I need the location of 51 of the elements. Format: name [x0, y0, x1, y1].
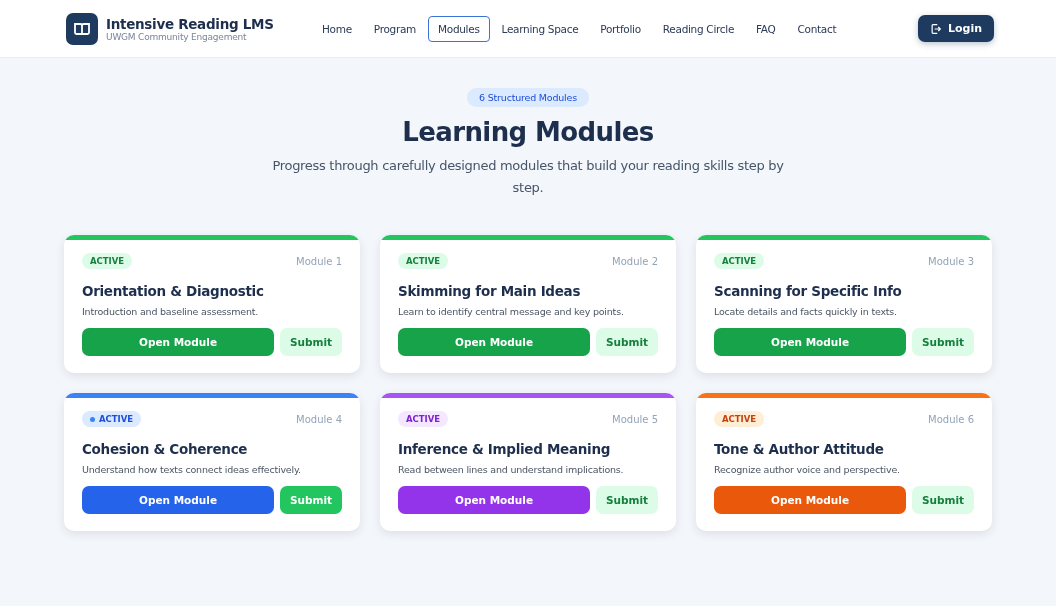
brand-title: Intensive Reading LMS	[106, 15, 274, 32]
nav-link[interactable]: Learning Space	[491, 15, 589, 42]
page-subtitle: Progress through carefully designed modules that build your reading skills step by step.	[271, 157, 785, 197]
submit-button[interactable]: Submit	[912, 486, 974, 514]
module-number: Module 4	[296, 413, 342, 425]
module-description: Read between lines and understand implications.	[398, 464, 625, 475]
submit-button[interactable]: Submit	[280, 328, 342, 356]
nav-link[interactable]: Contact	[787, 15, 847, 42]
status-badge: ACTIVE	[714, 411, 765, 427]
count-badge: 6 Structured Modules	[467, 88, 589, 107]
module-title: Orientation & Diagnostic	[82, 283, 265, 299]
page-title: Learning Modules	[402, 117, 654, 147]
nav-link[interactable]: Modules	[428, 15, 490, 42]
nav-link[interactable]: Program	[363, 15, 426, 42]
module-description: Learn to identify central message and key points.	[398, 306, 625, 317]
module-description: Introduction and baseline assessment.	[82, 306, 260, 317]
login-icon	[929, 22, 942, 35]
module-title: Scanning for Specific Info	[714, 283, 903, 299]
module-number: Module 2	[612, 255, 658, 267]
nav-link[interactable]: FAQ	[746, 15, 786, 42]
submit-button[interactable]: Submit	[912, 328, 974, 356]
submit-button[interactable]: Submit	[596, 486, 658, 514]
status-badge: ACTIVE	[82, 253, 133, 269]
open-module-button[interactable]: Open Module	[714, 486, 906, 514]
module-number: Module 1	[296, 255, 342, 267]
open-module-button[interactable]: Open Module	[398, 328, 590, 356]
login-button[interactable]: Login	[917, 15, 994, 42]
nav-link[interactable]: Home	[312, 15, 362, 42]
open-module-button[interactable]: Open Module	[82, 486, 274, 514]
status-badge: ACTIVE	[82, 411, 142, 427]
module-number: Module 3	[928, 255, 974, 267]
open-module-button[interactable]: Open Module	[398, 486, 590, 514]
module-title: Cohesion & Coherence	[82, 441, 249, 457]
module-number: Module 5	[612, 413, 658, 425]
nav-link[interactable]: Portfolio	[590, 15, 651, 42]
module-number: Module 6	[928, 413, 974, 425]
module-description: Locate details and facts quickly in texts.	[714, 306, 898, 317]
open-module-button[interactable]: Open Module	[82, 328, 274, 356]
submit-button[interactable]: Submit	[596, 328, 658, 356]
module-description: Recognize author voice and perspective.	[714, 464, 901, 475]
nav-link[interactable]: Reading Circle	[652, 15, 745, 42]
module-title: Tone & Author Attitude	[714, 441, 885, 457]
status-badge: ACTIVE	[398, 253, 449, 269]
module-title: Inference & Implied Meaning	[398, 441, 612, 457]
status-badge: ACTIVE	[714, 253, 765, 269]
status-badge: ACTIVE	[398, 411, 449, 427]
book-icon	[66, 12, 98, 45]
module-description: Understand how texts connect ideas effectively.	[82, 464, 302, 475]
module-title: Skimming for Main Ideas	[398, 283, 582, 299]
brand-subtitle: UWGM Community Engagement	[106, 31, 248, 42]
open-module-button[interactable]: Open Module	[714, 328, 906, 356]
